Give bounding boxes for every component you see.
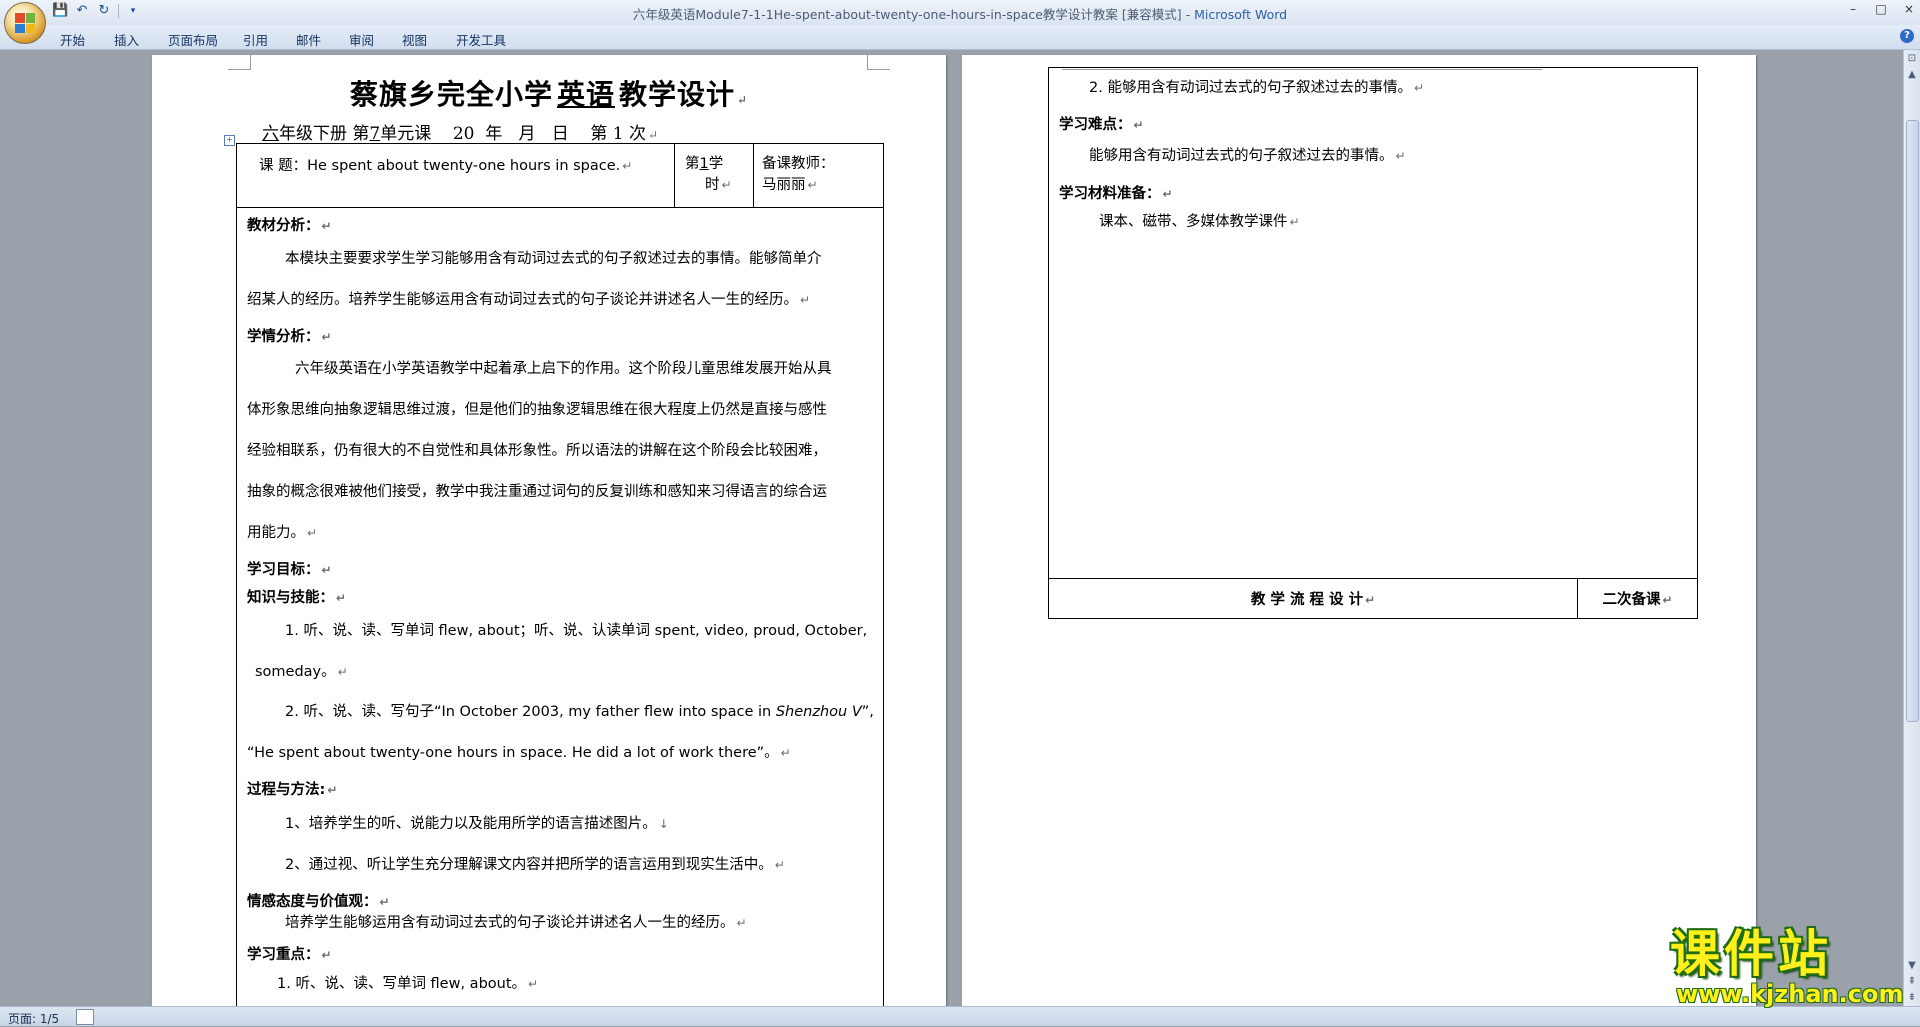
window-controls: – □ × bbox=[1846, 2, 1916, 16]
tab-home[interactable]: 开始 bbox=[60, 30, 85, 49]
document-subtitle: 六年级下册 第7单元课 20 年 月 日 第 1 次 ↵ bbox=[262, 124, 659, 144]
help-icon[interactable]: ? bbox=[1900, 29, 1914, 43]
title-bar: 💾 ↶ ↻ ▾ 六年级英语Module7-1-1He-spent-about-t… bbox=[0, 0, 1920, 26]
topic-cell[interactable]: 课 题：He spent about twenty-one hours in s… bbox=[236, 143, 675, 208]
page-1[interactable]: 蔡旗乡完全小学 英语 教学设计 ↵ 六年级下册 第7单元课 20 年 月 日 第 1 … bbox=[152, 55, 946, 1021]
right-content-cell[interactable]: 2. 能够用含有动词过去式的句子叙述过去的事情。 ↵ 学习难点： ↵ 能够用含有动词… bbox=[1048, 67, 1698, 579]
minimize-button[interactable]: – bbox=[1846, 2, 1860, 16]
document-title: 蔡旗乡完全小学 英语 教学设计 ↵ bbox=[349, 78, 749, 111]
teacher-name: 马丽丽 bbox=[762, 177, 806, 193]
tab-mailings[interactable]: 邮件 bbox=[296, 30, 321, 49]
topic-value: He spent about twenty-one hours in space… bbox=[307, 158, 621, 174]
page-count[interactable]: 页面: 1/5 bbox=[8, 1010, 59, 1027]
ruler-toggle-icon[interactable]: ⊡ bbox=[1905, 52, 1919, 66]
tab-page-layout[interactable]: 页面布局 bbox=[168, 30, 218, 49]
tab-review[interactable]: 审阅 bbox=[349, 30, 374, 49]
previous-page-icon[interactable]: ⇞ bbox=[1905, 975, 1919, 989]
proofing-icon[interactable] bbox=[76, 1009, 94, 1025]
page-2[interactable]: 2. 能够用含有动词过去式的句子叙述过去的事情。 ↵ 学习难点： ↵ 能够用含有动词… bbox=[962, 55, 1756, 1007]
document-workspace: 蔡旗乡完全小学 英语 教学设计 ↵ 六年级下册 第7单元课 20 年 月 日 第 1 … bbox=[0, 50, 1904, 1021]
tab-developer[interactable]: 开发工具 bbox=[456, 30, 506, 49]
crop-mark bbox=[228, 55, 251, 70]
tab-insert[interactable]: 插入 bbox=[114, 30, 139, 49]
window-title: 六年级英语Module7-1-1He-spent-about-twenty-on… bbox=[632, 7, 1288, 22]
watermark-url: www.kjzhan.com bbox=[1676, 980, 1904, 1008]
topic-label: 课 题： bbox=[259, 158, 308, 174]
tab-view[interactable]: 视图 bbox=[402, 30, 427, 49]
right-page-table: 2. 能够用含有动词过去式的句子叙述过去的事情。 ↵ 学习难点： ↵ 能够用含有动词… bbox=[1048, 67, 1698, 619]
table-move-handle-icon[interactable]: + bbox=[224, 135, 235, 146]
close-button[interactable]: × bbox=[1902, 2, 1916, 16]
lesson-header-table: 课 题：He spent about twenty-one hours in s… bbox=[236, 143, 884, 1021]
watermark-logo: 课件站 www.kjzhan.com bbox=[1670, 925, 1904, 1008]
scroll-thumb[interactable] bbox=[1906, 120, 1919, 722]
status-bar: 页面: 1/5 bbox=[0, 1006, 1920, 1026]
office-button[interactable] bbox=[4, 2, 46, 44]
lesson-cell[interactable]: 第1学 时 ↵ bbox=[674, 143, 754, 208]
maximize-button[interactable]: □ bbox=[1874, 2, 1888, 16]
teacher-cell[interactable]: 备课教师： 马丽丽 ↵ bbox=[753, 143, 884, 208]
watermark-brand: 课件站 bbox=[1670, 925, 1832, 983]
ribbon-tabs: 开始 插入 页面布局 引用 邮件 审阅 视图 开发工具 ? bbox=[0, 25, 1920, 50]
office-logo-icon bbox=[15, 13, 35, 33]
crop-mark bbox=[867, 55, 890, 70]
flow-design-cell[interactable]: 教 学 流 程 设 计 ↵ bbox=[1048, 578, 1578, 619]
app-name: Microsoft Word bbox=[1194, 7, 1288, 22]
next-page-icon[interactable]: ⇟ bbox=[1905, 991, 1919, 1005]
tab-references[interactable]: 引用 bbox=[243, 30, 268, 49]
second-prep-cell[interactable]: 二次备课 ↵ bbox=[1577, 578, 1698, 619]
scroll-down-icon[interactable]: ▼ bbox=[1905, 959, 1919, 973]
scroll-up-icon[interactable]: ▲ bbox=[1905, 68, 1919, 82]
document-name: 六年级英语Module7-1-1He-spent-about-twenty-on… bbox=[632, 7, 1182, 22]
content-cell[interactable]: 教材分析： ↵ 本模块主要要求学生学习能够用含有动词过去式的句子叙述过去的事情。能… bbox=[236, 207, 884, 1021]
vertical-scrollbar[interactable]: ⊡ ▲ ▼ ⇞ ⇟ bbox=[1903, 50, 1920, 1007]
